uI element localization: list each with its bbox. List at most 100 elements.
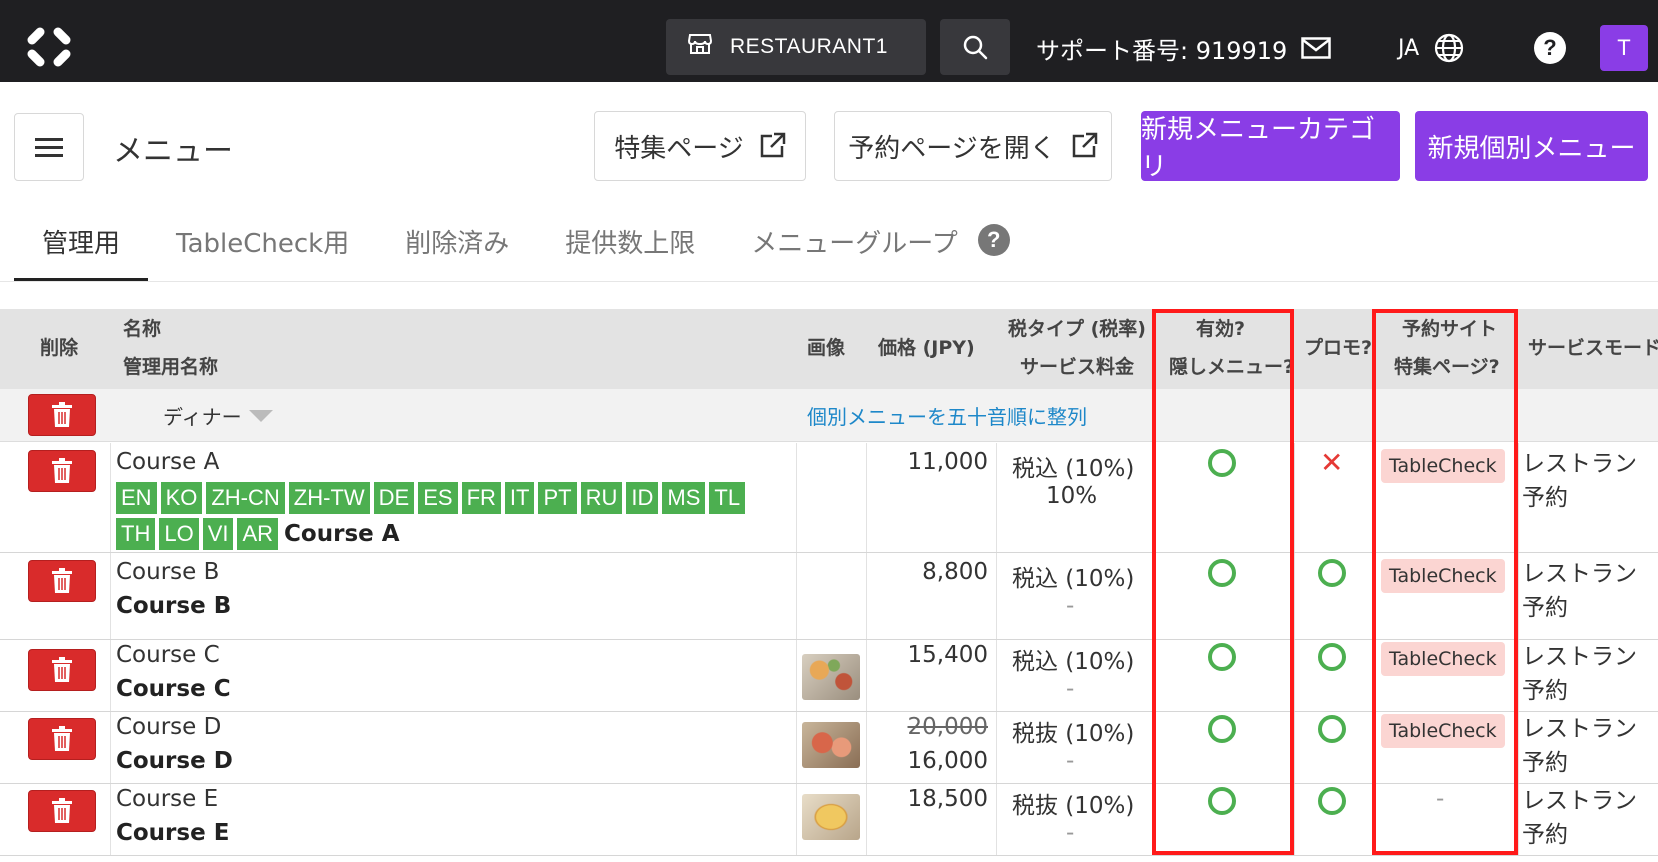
language-badge: FR: [461, 482, 501, 514]
promo-check-icon: [1318, 559, 1346, 587]
table-row: Course D Course D 20,000 16,000 税抜 (10%)…: [0, 712, 1658, 784]
language-badge: TL: [709, 482, 746, 514]
tax-type: 税込 (10%): [1012, 649, 1135, 675]
user-avatar[interactable]: T: [1600, 25, 1648, 71]
service-mode: レストラン予約: [1522, 788, 1637, 848]
language-badge: ZH-TW: [288, 482, 370, 514]
menu-image[interactable]: [802, 794, 860, 840]
service-fee: -: [1066, 676, 1075, 702]
trash-icon: [52, 458, 72, 483]
restaurant-switcher-button[interactable]: RESTAURANT1: [666, 19, 926, 75]
support-number[interactable]: サポート番号: 919919: [1036, 28, 1332, 68]
search-icon: [963, 35, 988, 60]
delete-category-button[interactable]: [28, 394, 96, 436]
active-check-icon: [1208, 787, 1236, 815]
language-badge: TH: [116, 518, 156, 550]
delete-button[interactable]: [28, 450, 96, 492]
language-badge: ZH-CN: [206, 482, 285, 514]
promo-cross-icon: ✕: [1320, 446, 1344, 479]
delete-button[interactable]: [28, 718, 96, 760]
menu-image[interactable]: [802, 722, 860, 768]
menu-name[interactable]: Course A: [116, 449, 219, 475]
service-mode: レストラン予約: [1522, 716, 1637, 776]
trash-icon: [52, 726, 72, 751]
tab-menu-group[interactable]: メニューグループ: [723, 215, 971, 281]
table-row: Course E Course E 18,500 税抜 (10%) - - レス…: [0, 784, 1658, 856]
trash-icon: [52, 568, 72, 593]
restaurant-name: RESTAURANT1: [730, 35, 888, 58]
menu-name[interactable]: Course B: [116, 559, 219, 585]
active-check-icon: [1208, 715, 1236, 743]
col-admin-name: 管理用名称: [123, 356, 219, 378]
price: 8,800: [922, 559, 988, 585]
help-icon[interactable]: ?: [1534, 32, 1566, 64]
sort-alphabetical-link[interactable]: 個別メニューを五十音順に整列: [807, 401, 1087, 430]
tab-admin[interactable]: 管理用: [14, 215, 149, 281]
mail-icon: [1301, 37, 1332, 59]
table-row: Course B Course B 8,800 税込 (10%) - Table…: [0, 553, 1658, 640]
tab-tablecheck[interactable]: TableCheck用: [148, 215, 377, 281]
delete-button[interactable]: [28, 649, 96, 691]
admin-name: Course E: [116, 820, 230, 846]
tax-type: 税抜 (10%): [1012, 793, 1135, 819]
menu-image[interactable]: [802, 654, 860, 700]
tax-type: 税込 (10%): [1012, 566, 1135, 592]
service-fee: -: [1066, 820, 1075, 846]
feature-page-button[interactable]: 特集ページ: [594, 111, 806, 181]
language-badge: KO: [160, 482, 203, 514]
language-badge: AR: [237, 518, 279, 550]
trash-icon: [52, 798, 72, 823]
col-feature-page: 特集ページ?: [1394, 356, 1500, 378]
price: 18,500: [907, 786, 988, 812]
language-badge: DE: [373, 482, 415, 514]
trash-icon: [52, 657, 72, 682]
delete-button[interactable]: [28, 790, 96, 832]
new-menu-category-button[interactable]: 新規メニューカテゴリ: [1141, 111, 1400, 182]
new-menu-item-button[interactable]: 新規個別メニュー: [1415, 111, 1648, 181]
col-service-fee: サービス料金: [1020, 356, 1135, 378]
tax-type: 税抜 (10%): [1012, 721, 1135, 747]
support-number-text: サポート番号: 919919: [1036, 36, 1288, 65]
delete-button[interactable]: [28, 560, 96, 602]
search-button[interactable]: [940, 19, 1010, 75]
col-promo: プロモ?: [1304, 337, 1373, 359]
menu-name[interactable]: Course E: [116, 786, 218, 812]
hamburger-icon: [35, 137, 63, 141]
booking-site-badge: TableCheck: [1381, 559, 1505, 593]
category-name[interactable]: ディナー: [163, 401, 274, 430]
service-fee: 10%: [1046, 483, 1098, 509]
promo-check-icon: [1318, 787, 1346, 815]
admin-name: Course B: [116, 593, 232, 619]
menu-name[interactable]: Course D: [116, 714, 221, 740]
booking-site-badge: TableCheck: [1381, 642, 1505, 676]
col-price: 価格 (JPY): [878, 337, 975, 359]
globe-icon: [1435, 33, 1464, 63]
help-icon[interactable]: ?: [977, 224, 1010, 256]
admin-name: Course C: [116, 676, 231, 702]
category-name-label: ディナー: [163, 405, 242, 429]
tab-deleted[interactable]: 削除済み: [377, 215, 537, 281]
top-bar: RESTAURANT1 サポート番号: 919919 JA ? T: [0, 0, 1658, 82]
original-price: 20,000: [907, 714, 988, 740]
language-switcher[interactable]: JA: [1398, 30, 1465, 66]
language-badges: EN KO ZH-CN ZH-TW DE ES FR IT PT RU ID M…: [116, 482, 756, 550]
col-booking-site: 予約サイト: [1402, 318, 1498, 340]
active-check-icon: [1208, 449, 1236, 477]
language-code: JA: [1398, 35, 1420, 61]
menu-name[interactable]: Course C: [116, 642, 220, 668]
language-badge: RU: [580, 482, 623, 514]
open-booking-page-button[interactable]: 予約ページを開く: [834, 111, 1112, 181]
active-check-icon: [1208, 559, 1236, 587]
price: 16,000: [907, 748, 988, 774]
language-badge: PT: [538, 482, 577, 514]
external-link-icon: [760, 132, 785, 158]
booking-site-empty: -: [1436, 786, 1445, 812]
hamburger-menu-button[interactable]: [14, 113, 84, 181]
tab-serving-limit[interactable]: 提供数上限: [537, 215, 723, 281]
service-mode: レストラン予約: [1522, 644, 1637, 704]
category-row: ディナー 個別メニューを五十音順に整列: [0, 389, 1658, 442]
promo-check-icon: [1318, 715, 1346, 743]
tablecheck-logo-icon[interactable]: [24, 24, 74, 70]
service-fee: -: [1066, 748, 1075, 774]
language-badge: ID: [626, 482, 659, 514]
